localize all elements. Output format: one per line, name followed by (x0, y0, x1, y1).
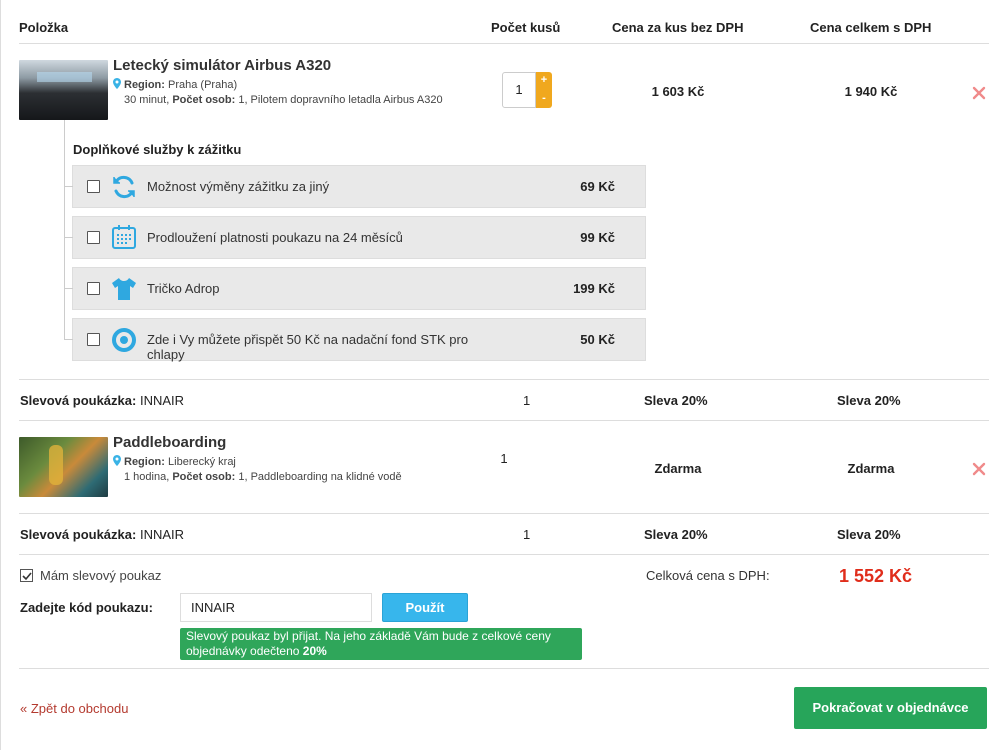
discount-total: Sleva 20% (837, 527, 901, 542)
location-pin-icon (113, 455, 121, 466)
increment-icon[interactable]: + (536, 74, 552, 86)
calendar-icon (112, 225, 136, 249)
product-name[interactable]: Letecký simulátor Airbus A320 (113, 57, 331, 74)
addon-checkbox[interactable] (87, 333, 100, 346)
addon-price: 99 Kč (580, 230, 615, 245)
addon-checkbox[interactable] (87, 282, 100, 295)
discount-total: Sleva 20% (837, 393, 901, 408)
discount-unit: Sleva 20% (644, 393, 708, 408)
quantity-value: 1 (500, 451, 508, 466)
product-name[interactable]: Paddleboarding (113, 434, 226, 451)
decrement-icon[interactable]: - (536, 92, 552, 104)
discount-label: Slevová poukázka: (20, 393, 137, 408)
voucher-code-input[interactable]: INNAIR (180, 593, 372, 622)
addon-price: 50 Kč (580, 332, 615, 347)
addon-item[interactable]: Prodloužení platnosti poukazu na 24 měsí… (65, 216, 646, 259)
product-thumbnail[interactable] (19, 437, 108, 497)
quantity-stepper[interactable]: + - (536, 72, 552, 108)
cart-table-header: Položka Počet kusů Cena za kus bez DPH C… (19, 0, 989, 44)
addon-price: 69 Kč (580, 179, 615, 194)
unit-price: Zdarma (654, 461, 702, 476)
back-to-shop-link[interactable]: « Zpět do obchodu (20, 701, 128, 716)
addon-label: Prodloužení platnosti poukazu na 24 měsí… (147, 230, 403, 245)
col-qty: Počet kusů (491, 20, 561, 35)
apply-voucher-button[interactable]: Použít (382, 593, 468, 622)
product-description: 1 hodina, Počet osob: 1, Paddleboarding … (124, 471, 402, 483)
location-pin-icon (113, 78, 121, 89)
discount-code: INNAIR (139, 527, 185, 542)
voucher-success-message: Slevový poukaz byl přijat. Na jeho zákla… (180, 628, 582, 660)
addon-item[interactable]: Tričko Adrop 199 Kč (65, 267, 646, 310)
voucher-checkbox[interactable] (20, 569, 33, 582)
addon-label: Možnost výměny zážitku za jiný (147, 179, 330, 194)
product-region: Region: Liberecký kraj (113, 455, 236, 468)
continue-order-button[interactable]: Pokračovat v objednávce (794, 687, 987, 729)
total-price: 1 940 Kč (844, 84, 898, 99)
addon-label: Zde i Vy můžete přispět 50 Kč na nadační… (147, 332, 469, 362)
addon-checkbox[interactable] (87, 231, 100, 244)
col-unit-price: Cena za kus bez DPH (612, 20, 744, 35)
total-label: Celková cena s DPH: (646, 568, 770, 583)
remove-icon[interactable] (972, 462, 986, 476)
exchange-icon (113, 176, 135, 198)
addons-title: Doplňkové služby k zážitku (73, 142, 242, 157)
col-item: Položka (19, 20, 69, 35)
ribbon-icon (112, 328, 136, 352)
check-icon (22, 572, 32, 581)
addon-item[interactable]: Možnost výměny zážitku za jiný 69 Kč (65, 165, 646, 208)
remove-icon[interactable] (972, 86, 986, 100)
tshirt-icon (112, 278, 136, 300)
discount-qty: 1 (523, 393, 531, 408)
addon-label: Tričko Adrop (147, 281, 220, 296)
addon-price: 199 Kč (573, 281, 615, 296)
addon-tree-line (64, 120, 65, 340)
voucher-checkbox-label[interactable]: Mám slevový poukaz (40, 568, 161, 583)
product-region: Region: Praha (Praha) (113, 78, 237, 91)
voucher-code-label: Zadejte kód poukazu: (20, 600, 153, 615)
product-thumbnail[interactable] (19, 60, 108, 120)
quantity-input[interactable]: 1 (502, 72, 536, 108)
discount-unit: Sleva 20% (644, 527, 708, 542)
addon-checkbox[interactable] (87, 180, 100, 193)
discount-qty: 1 (523, 527, 531, 542)
unit-price: 1 603 Kč (651, 84, 705, 99)
cart-page: Položka Počet kusů Cena za kus bez DPH C… (0, 0, 1008, 750)
discount-label: Slevová poukázka: (20, 527, 137, 542)
order-total: 1 552 Kč (839, 566, 913, 586)
discount-code: INNAIR (139, 393, 185, 408)
total-price: Zdarma (847, 461, 895, 476)
addon-item[interactable]: Zde i Vy můžete přispět 50 Kč na nadační… (65, 318, 646, 362)
product-description: 30 minut, Počet osob: 1, Pilotem dopravn… (124, 94, 443, 106)
col-total-price: Cena celkem s DPH (810, 20, 932, 35)
